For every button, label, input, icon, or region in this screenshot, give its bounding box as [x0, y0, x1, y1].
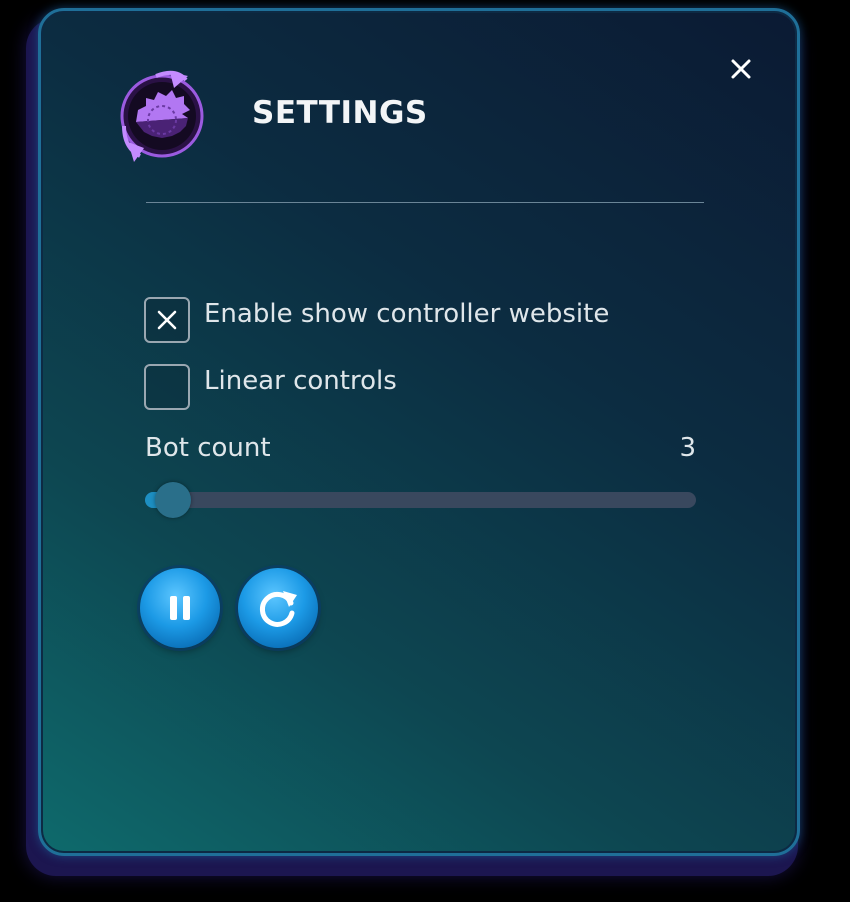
pause-icon: [170, 596, 190, 620]
pause-button[interactable]: [140, 568, 220, 648]
bot-count-slider[interactable]: [145, 482, 696, 518]
show-controller-label: Enable show controller website: [204, 299, 610, 329]
stage: SETTINGS Enable show controller website …: [0, 0, 850, 902]
check-x-icon: [157, 310, 177, 330]
restart-icon: [259, 591, 297, 627]
close-button[interactable]: [722, 50, 760, 88]
bot-count-value: 3: [679, 433, 696, 463]
linear-controls-checkbox[interactable]: [144, 364, 190, 410]
gear-cycle-logo-icon: [116, 66, 208, 164]
page-title: SETTINGS: [252, 95, 428, 131]
show-controller-checkbox[interactable]: [144, 297, 190, 343]
linear-controls-label: Linear controls: [204, 366, 397, 396]
bot-count-label: Bot count: [145, 433, 271, 463]
restart-button[interactable]: [238, 568, 318, 648]
close-icon: [731, 59, 751, 79]
slider-thumb[interactable]: [155, 482, 191, 518]
divider: [146, 202, 704, 203]
